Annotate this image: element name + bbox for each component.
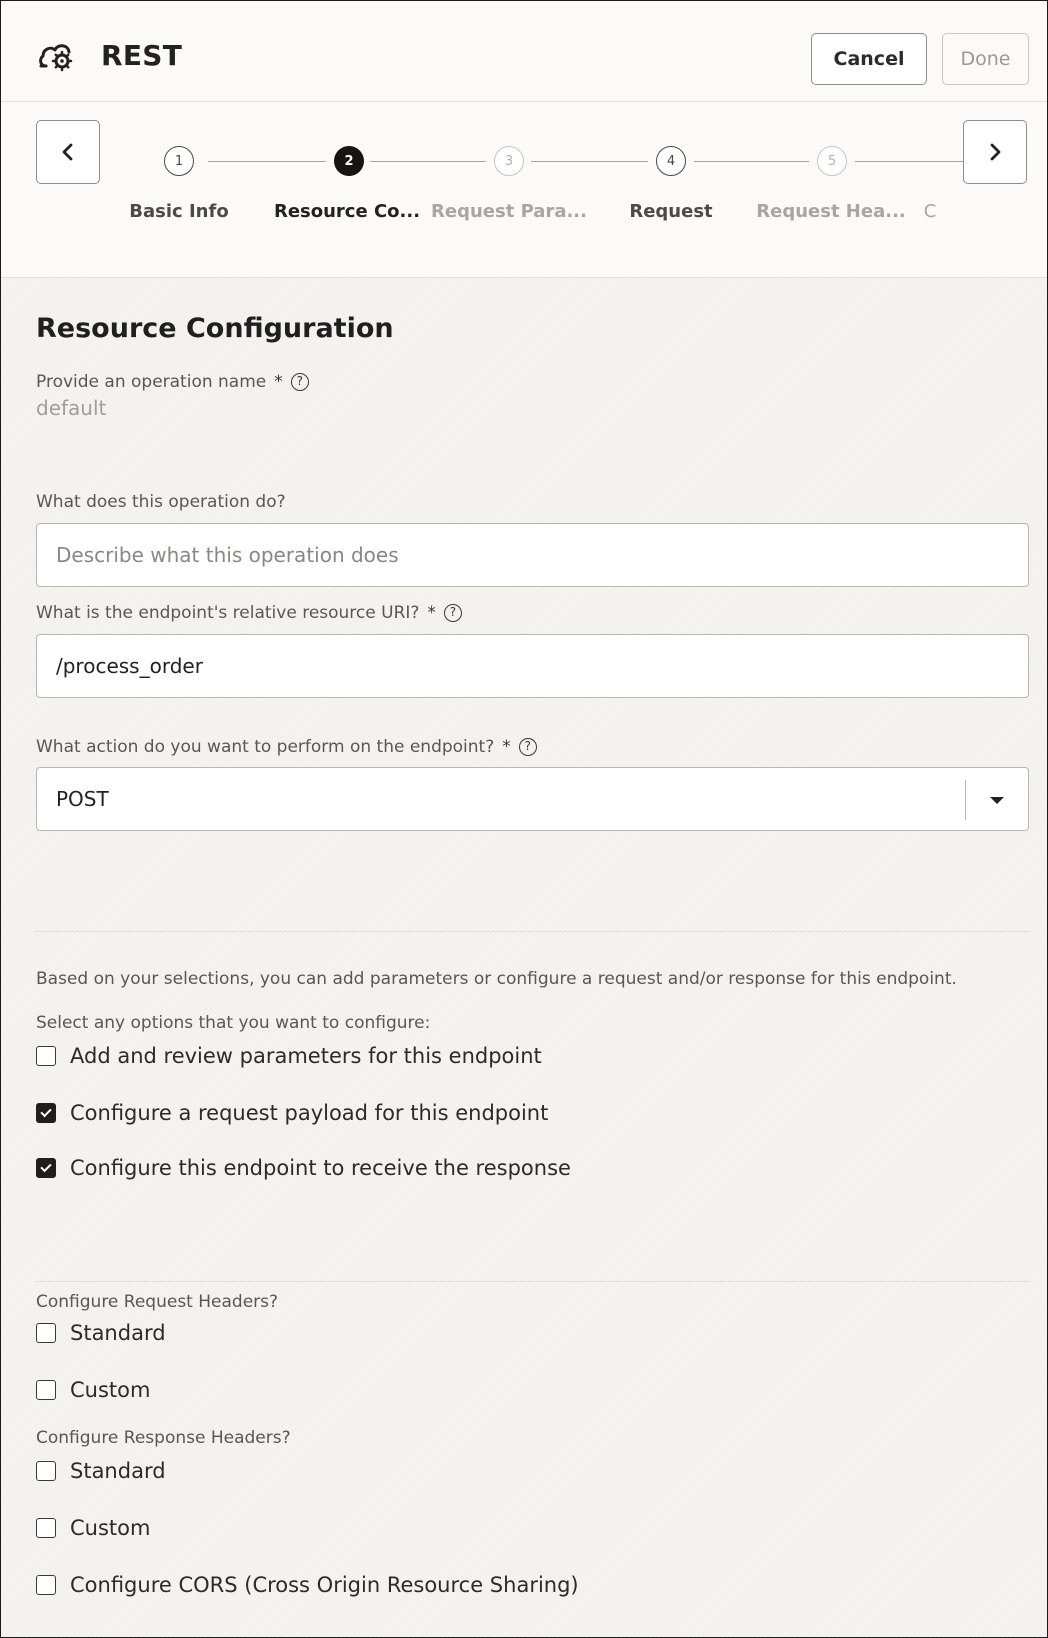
- option-add-parameters[interactable]: Add and review parameters for this endpo…: [36, 1044, 542, 1068]
- dropdown-toggle[interactable]: [965, 780, 1028, 820]
- train-connector: [208, 161, 326, 162]
- operation-name-label: Provide an operation name *?: [36, 372, 309, 392]
- checkbox[interactable]: [36, 1323, 56, 1343]
- option-request-payload[interactable]: Configure a request payload for this end…: [36, 1101, 548, 1125]
- checkbox[interactable]: [36, 1461, 56, 1481]
- action-select[interactable]: POST: [36, 767, 1029, 831]
- checkbox[interactable]: [36, 1380, 56, 1400]
- train-step-3-circle: 3: [494, 146, 524, 176]
- uri-label-text: What is the endpoint's relative resource…: [36, 603, 420, 623]
- checkbox[interactable]: [36, 1575, 56, 1595]
- response-headers-label: Configure Response Headers?: [36, 1428, 291, 1448]
- description-label: What does this operation do?: [36, 492, 286, 512]
- operation-name-value: default: [36, 396, 107, 420]
- action-label-text: What action do you want to perform on th…: [36, 737, 495, 757]
- train-step-4-label[interactable]: Request: [629, 201, 712, 222]
- option-label: Configure CORS (Cross Origin Resource Sh…: [70, 1573, 579, 1597]
- wizard-train: 1 2 3 4 5 Basic Info Resource Co... Requ…: [1, 102, 1047, 278]
- caret-down-icon: [990, 796, 1004, 804]
- request-headers-custom[interactable]: Custom: [36, 1378, 150, 1402]
- chevron-left-icon: [62, 143, 73, 161]
- train-step-6-label: C: [923, 201, 937, 222]
- previous-step-button[interactable]: [36, 120, 100, 184]
- help-icon[interactable]: ?: [290, 373, 309, 391]
- checkbox[interactable]: [36, 1046, 56, 1066]
- cancel-button[interactable]: Cancel: [811, 33, 927, 85]
- required-indicator: *: [274, 372, 283, 392]
- checkbox-checked[interactable]: [36, 1158, 56, 1178]
- option-label: Standard: [70, 1321, 166, 1345]
- section-divider: [36, 1281, 1029, 1282]
- train-step-2-label[interactable]: Resource Co...: [274, 201, 420, 222]
- option-label: Configure a request payload for this end…: [70, 1101, 549, 1125]
- train-connector: [531, 161, 648, 162]
- description-input[interactable]: Describe what this operation does: [36, 523, 1029, 587]
- option-configure-cors[interactable]: Configure CORS (Cross Origin Resource Sh…: [36, 1573, 579, 1597]
- uri-label: What is the endpoint's relative resource…: [36, 603, 462, 623]
- help-icon[interactable]: ?: [518, 738, 537, 756]
- section-title: Resource Configuration: [36, 313, 394, 344]
- done-button[interactable]: Done: [942, 33, 1029, 85]
- train-step-4-circle[interactable]: 4: [656, 146, 686, 176]
- checkbox[interactable]: [36, 1518, 56, 1538]
- chevron-right-icon: [990, 143, 1001, 161]
- action-label: What action do you want to perform on th…: [36, 737, 537, 757]
- rest-cloud-gear-icon: [39, 44, 73, 72]
- train-connector: [855, 161, 963, 162]
- action-select-value: POST: [56, 787, 109, 811]
- operation-name-label-text: Provide an operation name: [36, 372, 267, 392]
- options-info-text: Based on your selections, you can add pa…: [36, 969, 957, 989]
- train-step-1-circle[interactable]: 1: [164, 146, 194, 176]
- option-label: Custom: [70, 1378, 151, 1402]
- response-headers-standard[interactable]: Standard: [36, 1459, 166, 1483]
- dialog-title: REST: [101, 39, 183, 72]
- train-connector: [370, 161, 486, 162]
- option-label: Add and review parameters for this endpo…: [70, 1044, 542, 1068]
- rest-wizard-dialog: REST Cancel Done 1 2 3 4 5 Basic Info Re…: [0, 0, 1048, 1638]
- option-label: Standard: [70, 1459, 166, 1483]
- uri-input[interactable]: /process_order: [36, 634, 1029, 698]
- train-step-2-circle[interactable]: 2: [334, 146, 364, 176]
- train-step-5-label: Request Hea...: [756, 201, 906, 222]
- required-indicator: *: [427, 603, 436, 623]
- train-connector: [694, 161, 809, 162]
- next-step-button[interactable]: [963, 120, 1027, 184]
- help-icon[interactable]: ?: [443, 604, 462, 622]
- response-headers-custom[interactable]: Custom: [36, 1516, 150, 1540]
- train-step-3-label: Request Para...: [431, 201, 587, 222]
- checkbox-checked[interactable]: [36, 1103, 56, 1123]
- option-receive-response[interactable]: Configure this endpoint to receive the r…: [36, 1156, 571, 1180]
- section-divider: [36, 931, 1029, 932]
- request-headers-label: Configure Request Headers?: [36, 1292, 279, 1312]
- required-indicator: *: [502, 737, 511, 757]
- resource-configuration-panel: Resource Configuration Provide an operat…: [1, 278, 1047, 1637]
- train-step-5-circle: 5: [817, 146, 847, 176]
- option-label: Configure this endpoint to receive the r…: [70, 1156, 571, 1180]
- options-select-text: Select any options that you want to conf…: [36, 1013, 431, 1033]
- option-label: Custom: [70, 1516, 151, 1540]
- request-headers-standard[interactable]: Standard: [36, 1321, 166, 1345]
- dialog-header: REST Cancel Done: [1, 1, 1047, 102]
- train-step-1-label[interactable]: Basic Info: [129, 201, 228, 222]
